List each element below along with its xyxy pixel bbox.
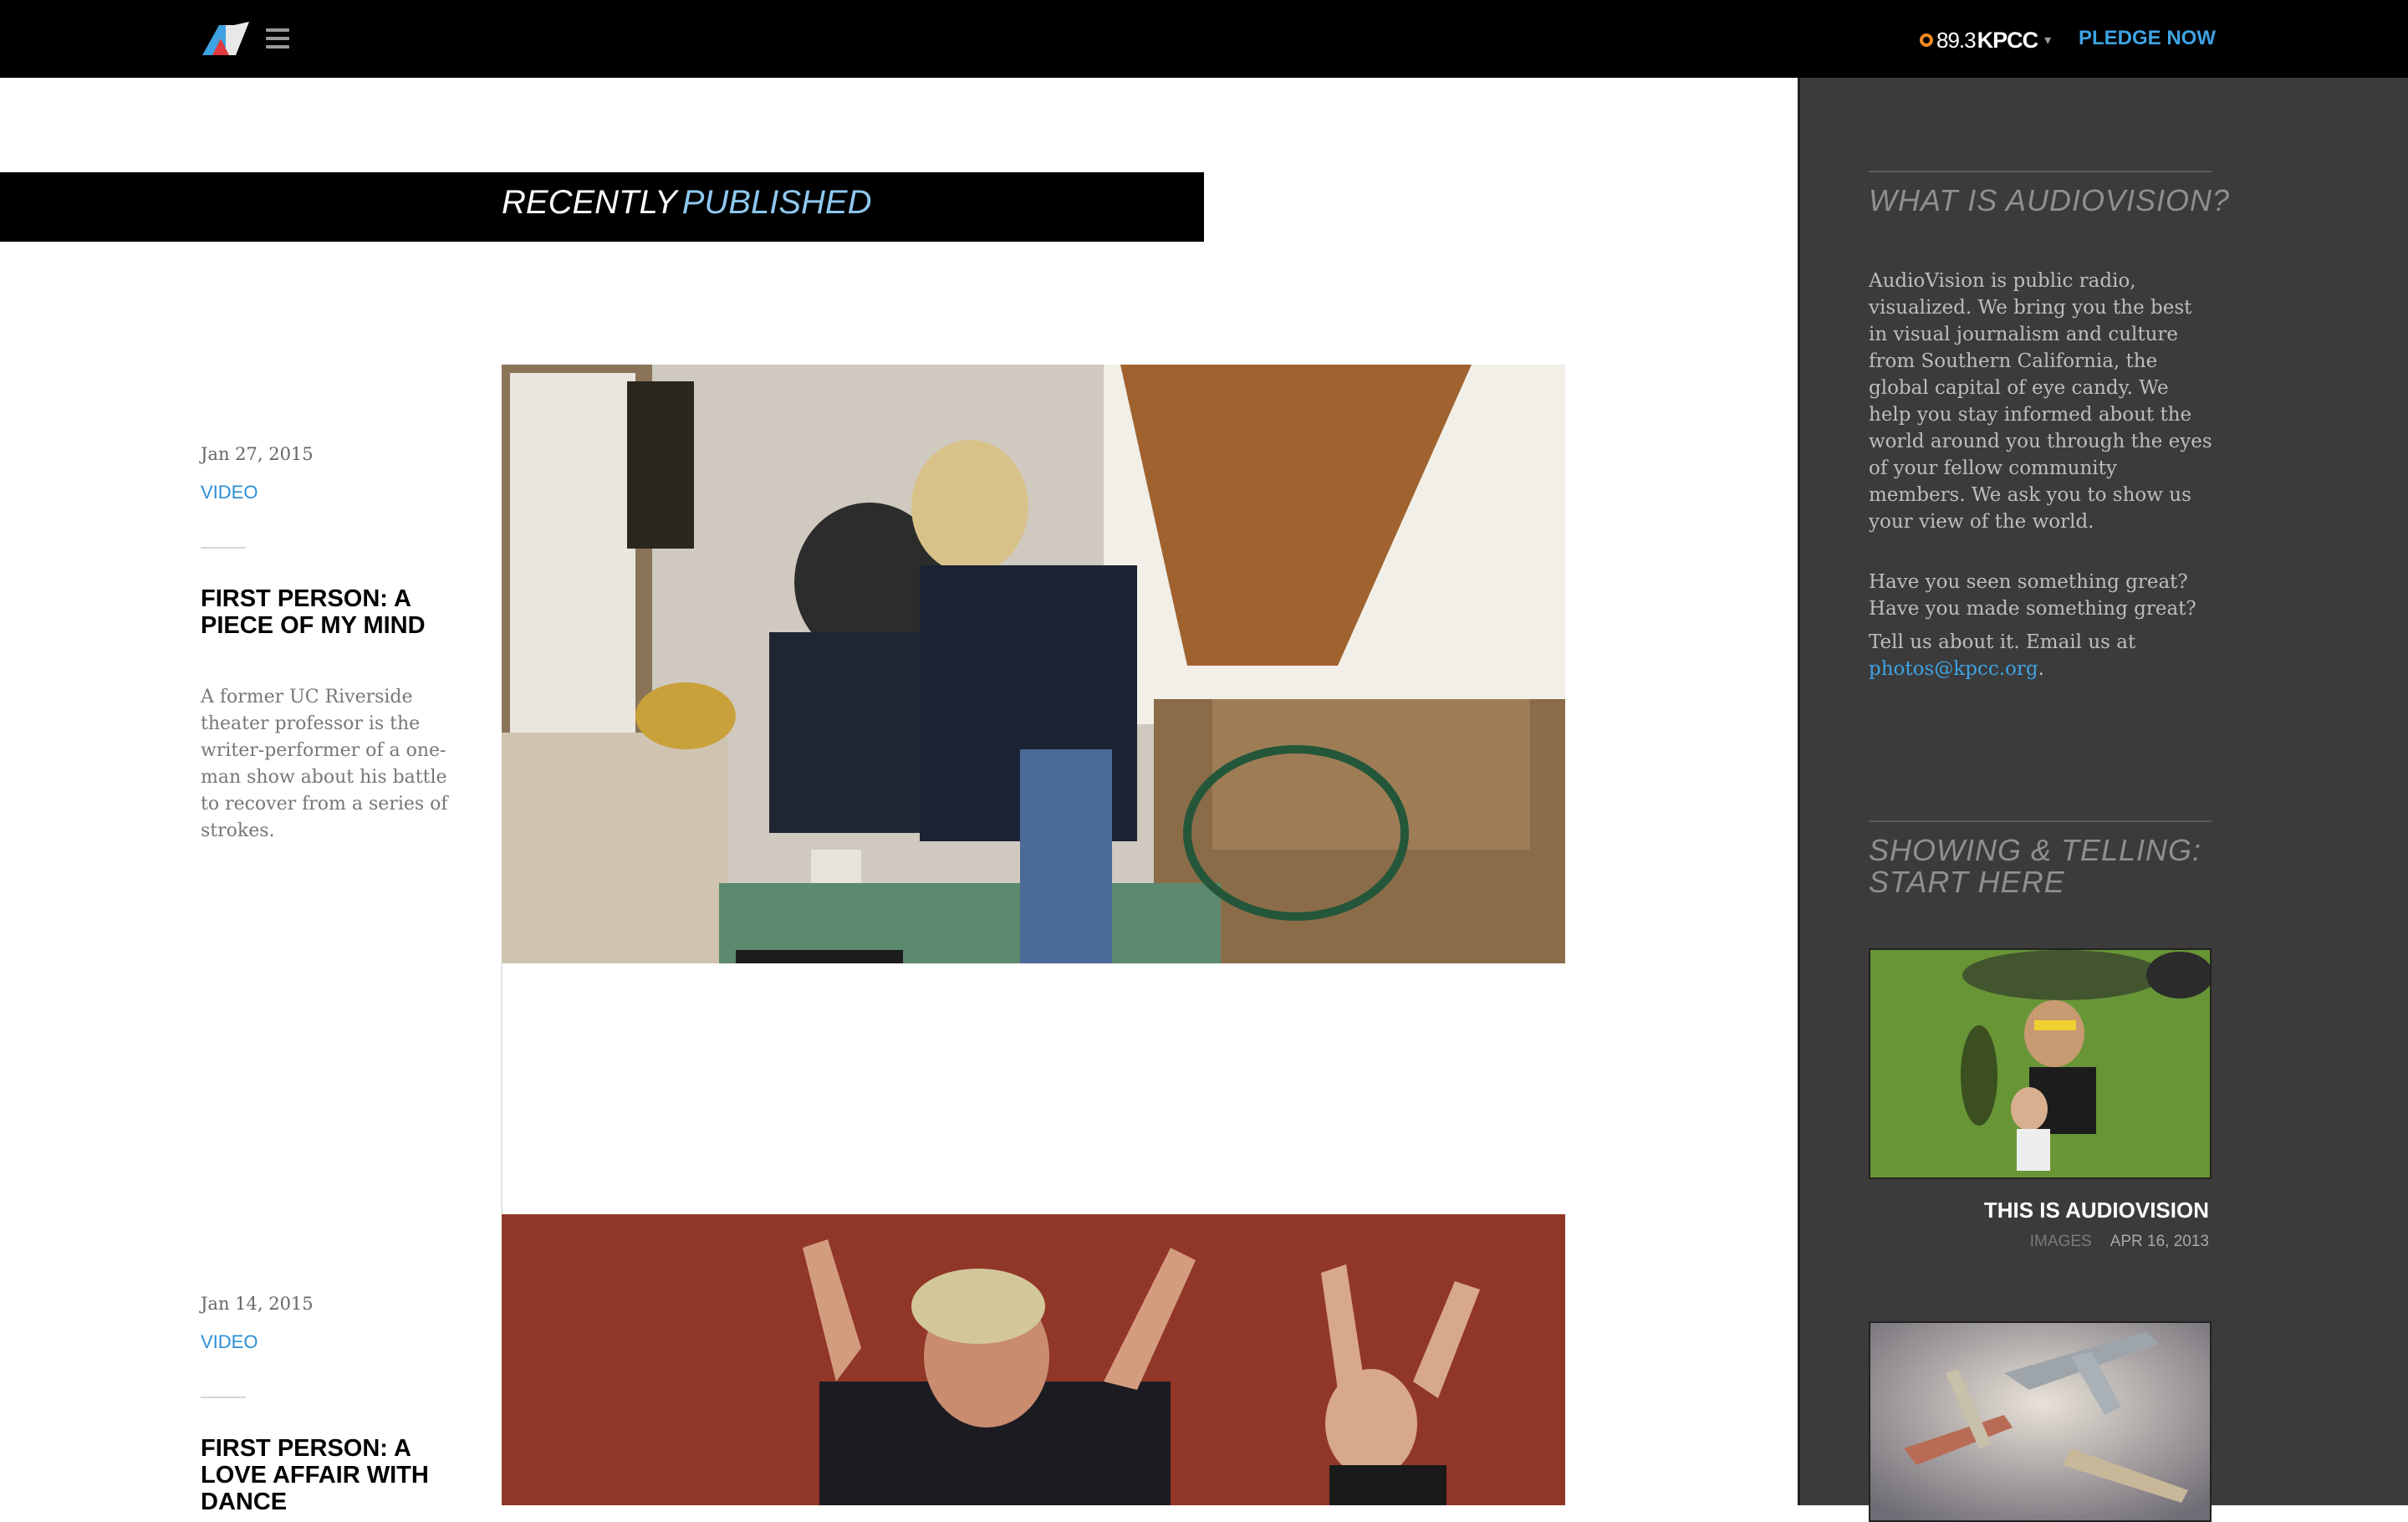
about-contact: Tell us about it. Email us at photos@kpc… xyxy=(1869,629,2216,682)
top-navigation-bar: 89.3 KPCC ▾ PLEDGE NOW xyxy=(0,0,2408,78)
divider xyxy=(1869,820,2212,822)
post-category-link[interactable]: VIDEO xyxy=(201,1331,258,1353)
divider xyxy=(501,962,503,1214)
sidebar: WHAT IS AUDIOVISION? AudioVision is publ… xyxy=(1798,78,2408,1522)
about-heading: WHAT IS AUDIOVISION? xyxy=(1869,183,2231,217)
featured-item-type: IMAGES xyxy=(2029,1233,2092,1250)
banner-word-2: PUBLISHED xyxy=(681,184,872,221)
divider xyxy=(1869,171,2212,172)
featured-item-title-link[interactable]: THIS IS AUDIOVISION xyxy=(1984,1198,2209,1223)
pledge-now-link[interactable]: PLEDGE NOW xyxy=(2079,27,2216,50)
station-selector[interactable]: 89.3 KPCC ▾ xyxy=(1920,25,2051,55)
email-link[interactable]: photos@kpcc.org xyxy=(1869,658,2038,680)
about-text: AudioVision is public radio, visualized.… xyxy=(1869,270,2212,533)
email-suffix: . xyxy=(2038,658,2044,680)
post-date: Jan 27, 2015 xyxy=(201,444,314,464)
featured-item-meta: IMAGES APR 16, 2013 xyxy=(2030,1233,2209,1251)
post-title-link[interactable]: FIRST PERSON: A PIECE OF MY MIND xyxy=(201,585,477,639)
contact-text: Tell us about it. Email us at xyxy=(1869,631,2136,653)
section-banner: RECENTLY PUBLISHED xyxy=(0,172,1204,242)
banner-title: RECENTLY PUBLISHED xyxy=(502,184,871,222)
post-excerpt: A former UC Riverside theater professor … xyxy=(201,687,448,841)
divider xyxy=(201,547,246,549)
post-photo[interactable] xyxy=(502,365,1565,963)
featured-thumbnail[interactable] xyxy=(1869,1321,2212,1522)
hamburger-menu-icon[interactable] xyxy=(266,28,289,49)
post-photo[interactable] xyxy=(502,1214,1565,1505)
station-dot-icon xyxy=(1920,33,1933,47)
audiovision-logo-icon[interactable] xyxy=(201,20,251,57)
banner-word-1: RECENTLY xyxy=(502,184,677,221)
post-date: Jan 14, 2015 xyxy=(201,1294,314,1314)
featured-item-date: APR 16, 2013 xyxy=(2110,1233,2209,1250)
divider xyxy=(201,1397,246,1398)
post-category-link[interactable]: VIDEO xyxy=(201,482,258,503)
chevron-down-icon: ▾ xyxy=(2044,33,2052,48)
station-call-letters: KPCC xyxy=(1977,27,2039,53)
station-frequency: 89.3 xyxy=(1936,27,1977,53)
post-title-link[interactable]: FIRST PERSON: A LOVE AFFAIR WITH DANCE xyxy=(201,1435,477,1515)
featured-thumbnail[interactable] xyxy=(1869,948,2212,1179)
start-here-heading: SHOWING & TELLING: START HERE xyxy=(1869,833,2202,899)
about-question: Have you seen something great? Have you … xyxy=(1869,571,2196,620)
